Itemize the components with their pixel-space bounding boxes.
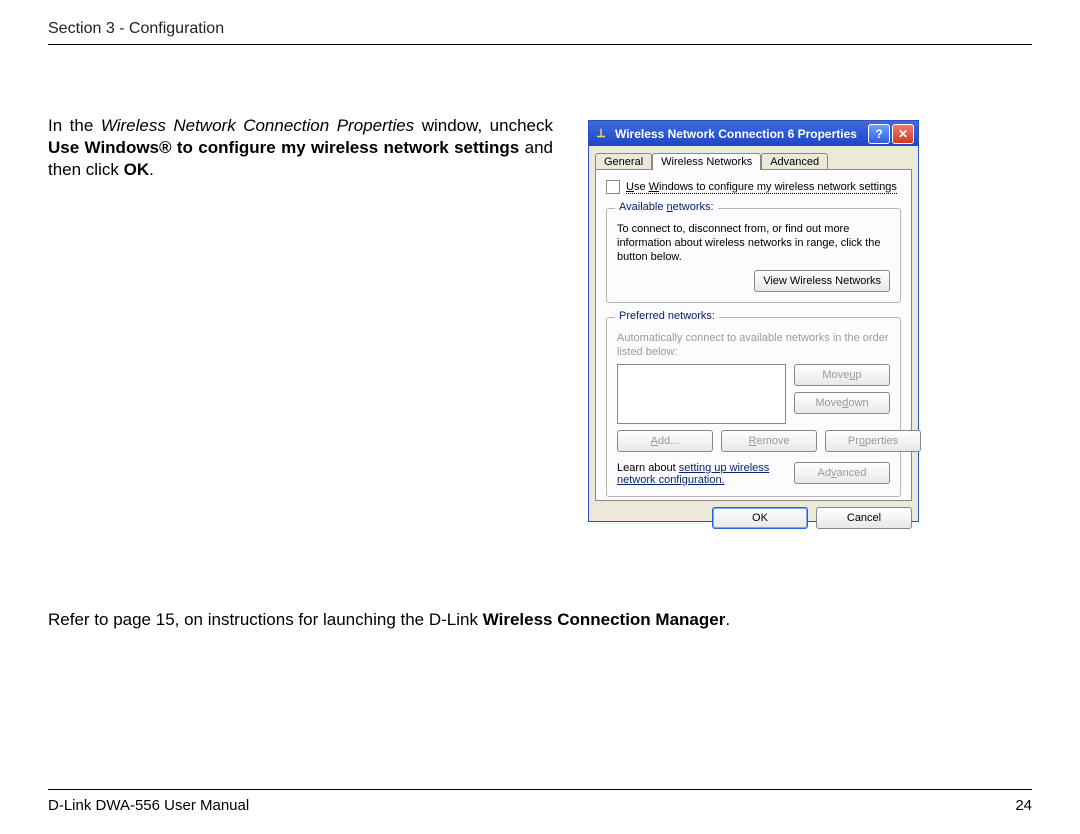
use-windows-checkbox-label: Use Windows to configure my wireless net… (626, 181, 897, 194)
wireless-icon: ⟂ (593, 126, 609, 142)
tab-strip: General Wireless Networks Advanced (595, 152, 912, 169)
preferred-networks-group: Preferred networks: Automatically connec… (606, 317, 901, 497)
close-button[interactable]: ✕ (892, 124, 914, 144)
instruction-paragraph-2: Refer to page 15, on instructions for la… (48, 610, 988, 630)
available-networks-group: Available networks: To connect to, disco… (606, 208, 901, 303)
p2-text-b: . (725, 610, 730, 629)
tab-wireless-networks[interactable]: Wireless Networks (652, 153, 761, 170)
help-button[interactable]: ? (868, 124, 890, 144)
remove-button[interactable]: Remove (721, 430, 817, 452)
tab-page-wireless: Use Windows to configure my wireless net… (595, 169, 912, 501)
properties-button[interactable]: Properties (825, 430, 921, 452)
add-button[interactable]: Add... (617, 430, 713, 452)
preferred-networks-title: Preferred networks: (615, 310, 719, 322)
available-networks-title: Available networks: (615, 201, 718, 213)
dialog-bottom-buttons: OK Cancel (595, 507, 912, 529)
titlebar: ⟂ Wireless Network Connection 6 Properti… (589, 121, 918, 146)
tab-general[interactable]: General (595, 153, 652, 170)
advanced-button[interactable]: Advanced (794, 462, 890, 484)
move-up-button[interactable]: Move up (794, 364, 890, 386)
section-header: Section 3 - Configuration (48, 20, 1032, 38)
checkbox-icon[interactable] (606, 180, 620, 194)
footer-rule (48, 789, 1032, 790)
use-windows-checkbox-row[interactable]: Use Windows to configure my wireless net… (606, 180, 901, 194)
tab-advanced[interactable]: Advanced (761, 153, 828, 170)
instruction-paragraph-1: In the Wireless Network Connection Prope… (48, 115, 553, 181)
preferred-networks-list[interactable] (617, 364, 786, 424)
preferred-networks-text: Automatically connect to available netwo… (617, 332, 890, 360)
footer-page-number: 24 (1015, 797, 1032, 814)
header-rule (48, 44, 1032, 45)
window-title: Wireless Network Connection 6 Properties (615, 127, 866, 141)
p2-bold: Wireless Connection Manager (483, 610, 726, 629)
learn-about-text: Learn about setting up wireless network … (617, 462, 794, 486)
footer-manual-name: D-Link DWA-556 User Manual (48, 797, 249, 814)
xp-properties-dialog: ⟂ Wireless Network Connection 6 Properti… (588, 120, 919, 522)
p1-window-name: Wireless Network Connection Properties (101, 116, 414, 135)
p1-option-name: Use Windows® to configure my wireless ne… (48, 138, 519, 157)
p2-text-a: Refer to page 15, on instructions for la… (48, 610, 483, 629)
move-down-button[interactable]: Move down (794, 392, 890, 414)
cancel-button[interactable]: Cancel (816, 507, 912, 529)
view-wireless-networks-button[interactable]: View Wireless Networks (754, 270, 890, 292)
p1-text-d: . (149, 160, 154, 179)
available-networks-text: To connect to, disconnect from, or find … (617, 223, 890, 264)
ok-button[interactable]: OK (712, 507, 808, 529)
p1-text-a: In the (48, 116, 101, 135)
p1-text-b: window, uncheck (414, 116, 553, 135)
p1-ok: OK (124, 160, 150, 179)
